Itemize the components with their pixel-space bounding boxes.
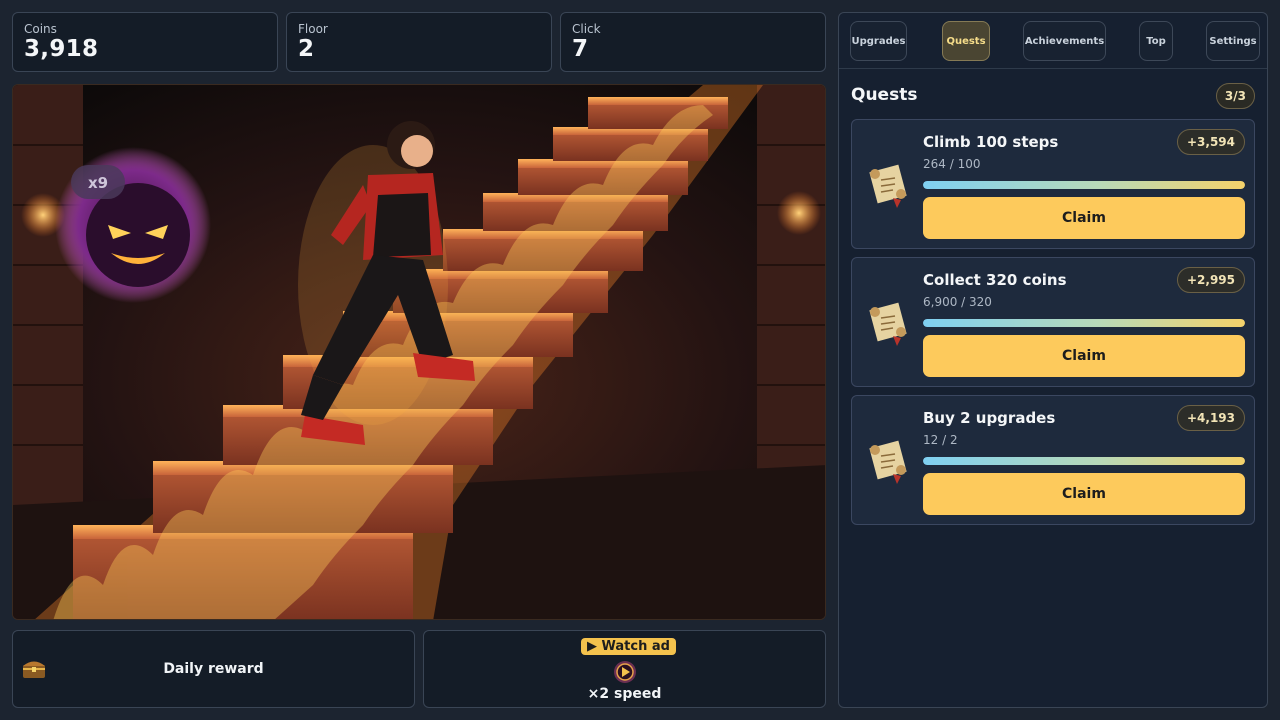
floor-value: 2 bbox=[298, 36, 315, 62]
speed-boost-icon bbox=[614, 661, 636, 683]
floor-stat: Floor 2 bbox=[286, 12, 552, 72]
game-scene[interactable]: x9 bbox=[12, 84, 826, 620]
claim-button[interactable]: Claim bbox=[923, 473, 1245, 515]
quest-progress-text: 264 / 100 bbox=[923, 157, 981, 171]
click-label: Click bbox=[572, 22, 601, 36]
quest-progress-fill bbox=[923, 181, 1245, 189]
quest-title: Buy 2 upgrades bbox=[923, 409, 1056, 427]
scroll-icon bbox=[869, 164, 907, 208]
quest-card: Collect 320 coins 6,900 / 320 +2,995 Cla… bbox=[851, 257, 1255, 387]
tab-top[interactable]: Top bbox=[1139, 21, 1173, 61]
quests-count-badge: 3/3 bbox=[1215, 83, 1255, 109]
watch-ad-badge: ▶ Watch ad bbox=[581, 638, 676, 655]
multiplier-label: x9 bbox=[88, 174, 108, 192]
quest-progress-bar bbox=[923, 457, 1245, 465]
quest-reward-badge: +4,193 bbox=[1176, 405, 1245, 431]
scroll-icon bbox=[869, 302, 907, 346]
quest-title: Climb 100 steps bbox=[923, 133, 1059, 151]
tab-achievements[interactable]: Achievements bbox=[1023, 21, 1106, 61]
quest-progress-bar bbox=[923, 319, 1245, 327]
tab-upgrades[interactable]: Upgrades bbox=[850, 21, 907, 61]
quest-progress-text: 12 / 2 bbox=[923, 433, 958, 447]
coins-stat: Coins 3,918 bbox=[12, 12, 278, 72]
quest-card: Climb 100 steps 264 / 100 +3,594 Claim bbox=[851, 119, 1255, 249]
quest-reward-badge: +3,594 bbox=[1176, 129, 1245, 155]
scroll-icon bbox=[869, 440, 907, 484]
quest-progress-bar bbox=[923, 181, 1245, 189]
quest-progress-text: 6,900 / 320 bbox=[923, 295, 992, 309]
quest-progress-fill bbox=[923, 319, 1245, 327]
quest-progress-fill bbox=[923, 457, 1245, 465]
claim-button[interactable]: Claim bbox=[923, 197, 1245, 239]
tab-bar: Upgrades Quests Achievements Top Setting… bbox=[839, 13, 1267, 69]
claim-button[interactable]: Claim bbox=[923, 335, 1245, 377]
daily-reward-label: Daily reward bbox=[163, 661, 264, 677]
quest-title: Collect 320 coins bbox=[923, 271, 1067, 289]
daily-reward-button[interactable]: Daily reward bbox=[12, 630, 415, 708]
tab-settings[interactable]: Settings bbox=[1206, 21, 1260, 61]
click-stat: Click 7 bbox=[560, 12, 826, 72]
floor-label: Floor bbox=[298, 22, 328, 36]
speed-boost-label: ×2 speed bbox=[587, 686, 662, 702]
flame-ghost-enemy[interactable]: x9 bbox=[55, 147, 211, 303]
quest-reward-badge: +2,995 bbox=[1176, 267, 1245, 293]
side-panel: Upgrades Quests Achievements Top Setting… bbox=[838, 12, 1268, 708]
quest-card: Buy 2 upgrades 12 / 2 +4,193 Claim bbox=[851, 395, 1255, 525]
coins-value: 3,918 bbox=[24, 36, 99, 62]
watch-ad-button[interactable]: ▶ Watch ad ×2 speed bbox=[423, 630, 826, 708]
tab-quests[interactable]: Quests bbox=[942, 21, 990, 61]
coins-label: Coins bbox=[24, 22, 57, 36]
click-value: 7 bbox=[572, 36, 589, 62]
quests-title: Quests bbox=[851, 85, 918, 105]
